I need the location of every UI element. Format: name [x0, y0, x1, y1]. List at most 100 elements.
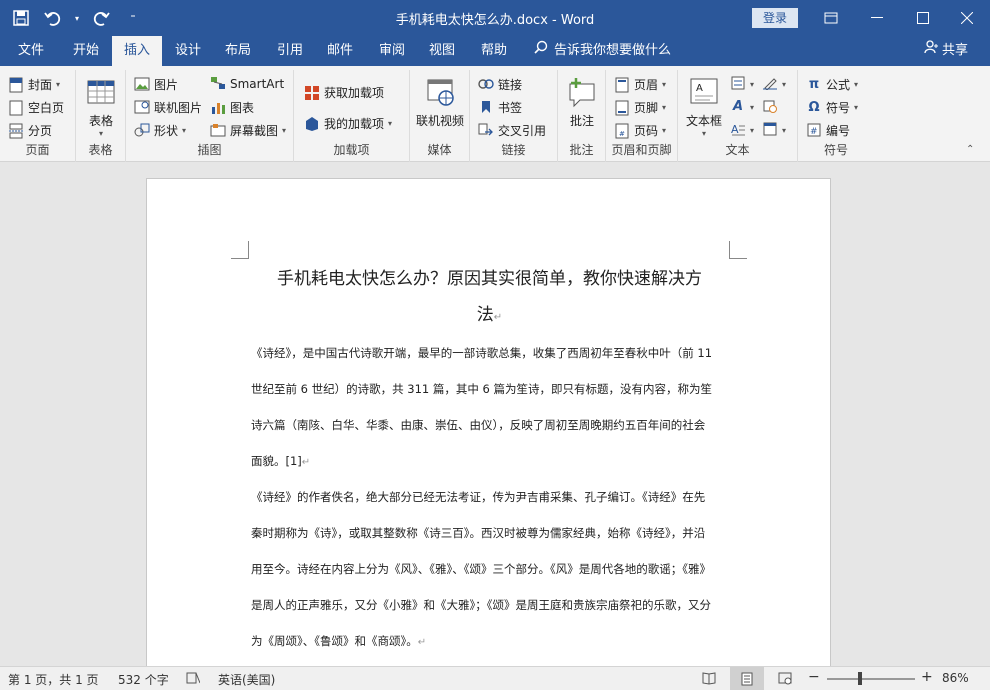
- object-icon: [762, 122, 778, 138]
- comment-icon: [566, 76, 598, 108]
- minimize-icon[interactable]: [854, 4, 900, 32]
- bookmark-button[interactable]: 书签: [478, 99, 522, 116]
- document-title-line2: 法↵: [476, 305, 503, 325]
- page-number-button[interactable]: # 页码 ▾: [614, 122, 666, 139]
- web-layout-icon[interactable]: [778, 671, 792, 688]
- zoom-in-icon[interactable]: +: [921, 669, 933, 685]
- get-addins-button[interactable]: 获取加载项: [304, 84, 384, 101]
- blank-page-button[interactable]: 空白页: [8, 99, 64, 116]
- zoom-slider-track[interactable]: [827, 678, 915, 680]
- tab-design[interactable]: 设计: [166, 36, 210, 66]
- footer-button[interactable]: 页脚 ▾: [614, 99, 666, 116]
- textbox-button[interactable]: A 文本框 ▾: [682, 76, 726, 138]
- read-mode-icon[interactable]: [702, 671, 716, 688]
- maximize-icon[interactable]: [900, 4, 946, 32]
- table-icon: [85, 76, 117, 108]
- calendar-clock-icon: [762, 99, 778, 115]
- online-video-icon: [424, 76, 456, 108]
- tab-file[interactable]: 文件: [10, 36, 52, 66]
- number-button[interactable]: # 编号: [806, 122, 850, 139]
- date-time-button[interactable]: [762, 99, 778, 115]
- chart-button[interactable]: 图表: [210, 99, 254, 116]
- group-illustrations: 图片 联机图片 形状 ▾ SmartArt 图表 屏幕截图 ▾ 插图: [126, 70, 294, 162]
- cross-reference-button[interactable]: 交叉引用: [478, 122, 546, 139]
- group-label-media: 媒体: [427, 143, 452, 157]
- screenshot-button[interactable]: 屏幕截图 ▾: [210, 122, 286, 139]
- group-media: 联机视频 媒体: [410, 70, 470, 162]
- tab-mailings[interactable]: 邮件: [318, 36, 362, 66]
- word-count[interactable]: 532 个字: [118, 671, 169, 688]
- ribbon-display-options-icon[interactable]: [808, 4, 854, 32]
- paragraph-line: 诗六篇（南陔、白华、华黍、由康、崇伍、由仪），反映了周初至周晚期约五百年间的社会: [251, 418, 706, 432]
- paragraph-mark-icon: ↵: [301, 457, 311, 468]
- online-video-button[interactable]: 联机视频: [414, 76, 466, 129]
- shapes-button[interactable]: 形状 ▾: [134, 122, 186, 139]
- tab-home[interactable]: 开始: [62, 36, 110, 66]
- document-page[interactable]: 手机耗电太快怎么办？原因其实很简单，教你快速解决方 法↵ 《诗经》，是中国古代诗…: [146, 178, 831, 678]
- omega-icon: Ω: [808, 99, 820, 115]
- margin-corner-top-left: [231, 241, 249, 259]
- online-picture-icon: [134, 100, 150, 116]
- chart-icon: [210, 100, 226, 116]
- collapse-ribbon-icon[interactable]: ⌃: [966, 144, 974, 155]
- margin-corner-top-right: [729, 241, 747, 259]
- link-button[interactable]: 链接: [478, 76, 522, 93]
- status-bar: 第 1 页，共 1 页 532 个字 英语(美国) − + 86%: [0, 666, 990, 690]
- drop-cap-button[interactable]: A ▾: [730, 122, 754, 138]
- table-button[interactable]: 表格 ▾: [80, 76, 122, 138]
- footer-icon: [614, 100, 630, 116]
- svg-text:#: #: [619, 130, 625, 138]
- language-indicator[interactable]: 英语(美国): [218, 671, 275, 688]
- tab-layout[interactable]: 布局: [216, 36, 260, 66]
- page-break-button[interactable]: 分页: [8, 122, 52, 139]
- picture-button[interactable]: 图片: [134, 76, 178, 93]
- share-label: 共享: [942, 43, 969, 58]
- share-button[interactable]: 共享: [924, 36, 968, 66]
- paragraph-line: 面貌。[1]↵: [251, 454, 311, 468]
- group-label-symbols: 符号: [823, 143, 848, 157]
- login-button[interactable]: 登录: [752, 8, 798, 28]
- header-button[interactable]: 页眉 ▾: [614, 76, 666, 93]
- online-picture-button[interactable]: 联机图片: [134, 99, 202, 116]
- picture-icon: [134, 77, 150, 93]
- smartart-button[interactable]: SmartArt: [210, 76, 284, 92]
- cover-page-icon: [8, 77, 24, 93]
- group-symbols: π 公式 ▾ Ω 符号 ▾ # 编号 符号: [798, 70, 874, 162]
- paragraph-line: 《诗经》，是中国古代诗歌开端，最早的一部诗歌总集，收集了西周初年至春秋中叶（前 …: [251, 346, 713, 360]
- tab-view[interactable]: 视图: [420, 36, 464, 66]
- my-addins-button[interactable]: 我的加载项 ▾: [304, 115, 392, 132]
- tab-review[interactable]: 审阅: [370, 36, 414, 66]
- group-addins: 获取加载项 我的加载项 ▾ 加载项: [294, 70, 410, 162]
- tell-me-search[interactable]: 告诉我你想要做什么: [534, 36, 671, 66]
- print-layout-icon[interactable]: [730, 667, 764, 690]
- drop-cap-icon: A: [730, 122, 746, 138]
- proofing-icon[interactable]: [186, 671, 201, 688]
- zoom-out-icon[interactable]: −: [808, 669, 820, 685]
- group-label-tables: 表格: [88, 143, 113, 157]
- group-label-pages: 页面: [25, 143, 50, 157]
- tab-insert[interactable]: 插入: [112, 36, 162, 66]
- pi-icon: π: [808, 76, 820, 92]
- svg-text:A: A: [731, 123, 739, 136]
- zoom-slider-thumb[interactable]: [858, 672, 862, 685]
- tab-references[interactable]: 引用: [268, 36, 312, 66]
- cover-page-button[interactable]: 封面 ▾: [8, 76, 60, 93]
- paragraph-line: 为《周颂》、《鲁颂》和《商颂》。↵: [251, 634, 427, 648]
- wordart-button[interactable]: A ▾: [730, 99, 754, 115]
- page-break-icon: [8, 123, 24, 139]
- comment-button[interactable]: 批注: [560, 76, 604, 129]
- group-label-addins: 加载项: [333, 143, 370, 157]
- tab-help[interactable]: 帮助: [472, 36, 516, 66]
- signature-line-icon: [762, 76, 778, 92]
- equation-button[interactable]: π 公式 ▾: [806, 76, 858, 93]
- close-icon[interactable]: [944, 4, 990, 32]
- bookmark-icon: [478, 100, 494, 116]
- signature-line-button[interactable]: ▾: [762, 76, 786, 92]
- zoom-level[interactable]: 86%: [942, 671, 969, 685]
- page-count[interactable]: 第 1 页，共 1 页: [8, 671, 99, 688]
- link-icon: [478, 77, 494, 93]
- group-label-links: 链接: [501, 143, 526, 157]
- object-button[interactable]: ▾: [762, 122, 786, 138]
- symbol-button[interactable]: Ω 符号 ▾: [806, 99, 858, 116]
- quick-parts-button[interactable]: ▾: [730, 76, 754, 92]
